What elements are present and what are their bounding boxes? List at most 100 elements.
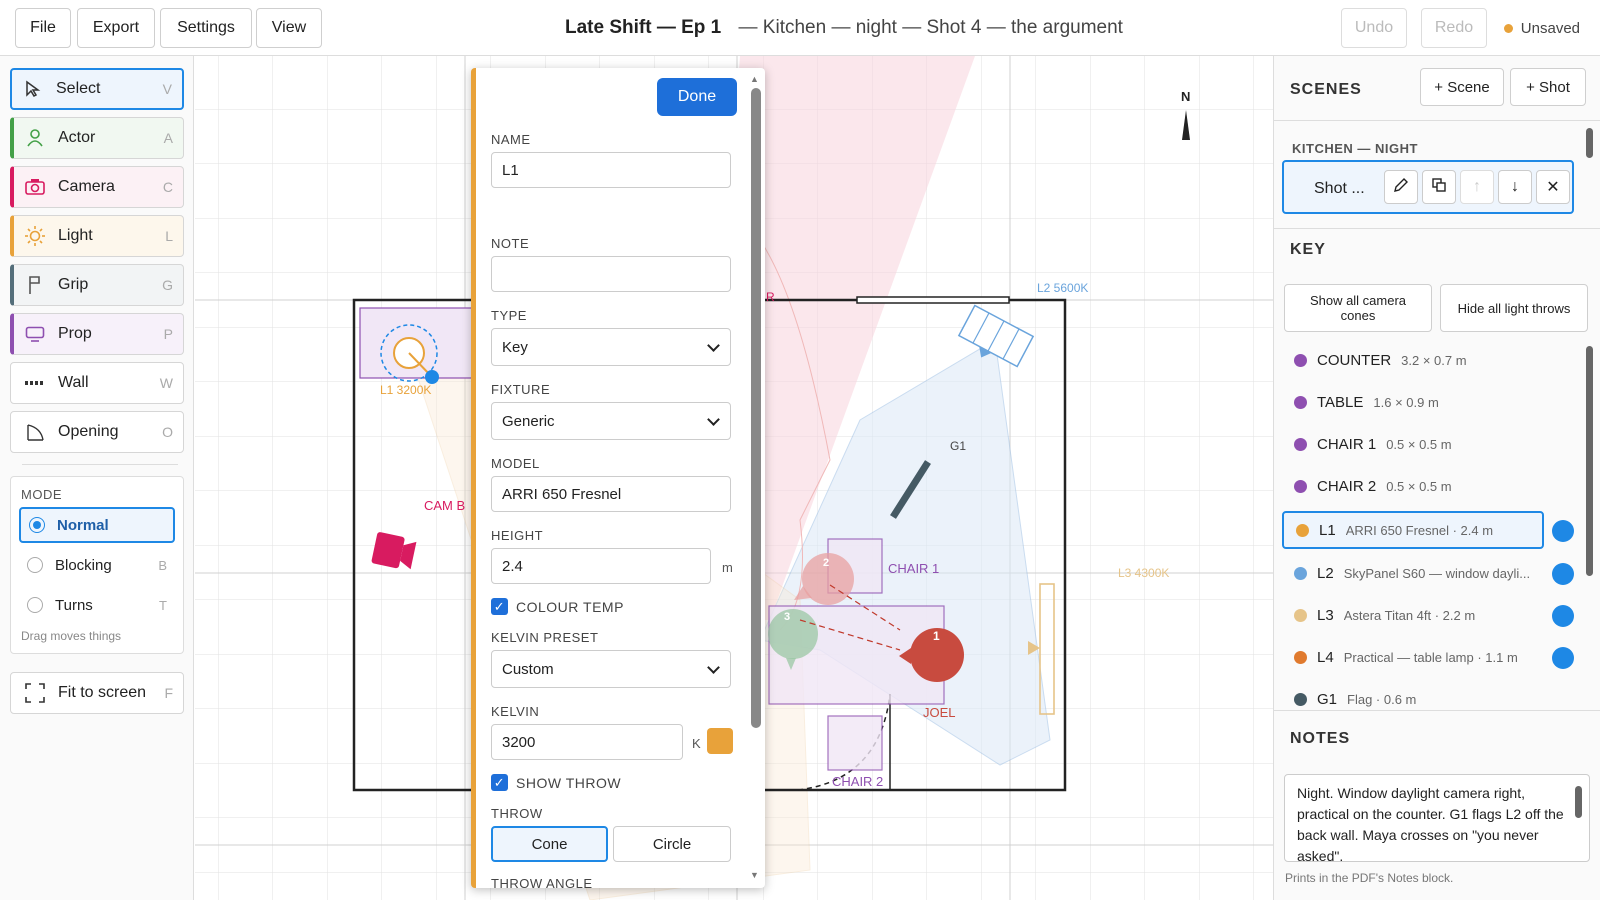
- shot-row[interactable]: Shot ... ↑ ↓ ✕: [1282, 160, 1574, 214]
- key-item-name: L4: [1317, 648, 1334, 666]
- person-icon: [24, 127, 46, 149]
- throw-circle-toggle[interactable]: Circle: [613, 826, 731, 862]
- scene-group-label: KITCHEN — NIGHT: [1292, 141, 1418, 156]
- tool-label: Actor: [58, 129, 96, 146]
- duplicate-icon: [1431, 177, 1447, 198]
- done-button[interactable]: Done: [657, 78, 737, 116]
- height-input[interactable]: 2.4: [491, 548, 711, 584]
- key-item-name: L3: [1317, 606, 1334, 624]
- move-shot-down-button[interactable]: ↓: [1498, 170, 1532, 204]
- name-label: NAME: [491, 132, 531, 147]
- key-item-g1[interactable]: G1 Flag · 0.6 m: [1282, 682, 1582, 716]
- name-input[interactable]: L1: [491, 152, 731, 188]
- tool-panel: Select V Actor A Camera C Light L Grip G Prop…: [0, 56, 194, 900]
- kelvin-label: KELVIN: [491, 704, 540, 719]
- window-opening[interactable]: [856, 296, 1010, 304]
- mode-shortcut: T: [159, 597, 167, 613]
- north-label: N: [1181, 89, 1190, 104]
- undo-button[interactable]: Undo: [1341, 8, 1407, 48]
- tool-grip[interactable]: Grip G: [10, 264, 184, 306]
- notes-scrollbar[interactable]: [1575, 786, 1582, 818]
- key-item-l4[interactable]: L4 Practical — table lamp · 1.1 m: [1282, 638, 1544, 676]
- flag-icon: [24, 274, 46, 296]
- l3-visibility-toggle[interactable]: [1552, 605, 1574, 627]
- tool-select[interactable]: Select V: [10, 68, 184, 110]
- duplicate-shot-button[interactable]: [1422, 170, 1456, 204]
- delete-shot-button[interactable]: ✕: [1536, 170, 1570, 204]
- tool-light[interactable]: Light L: [10, 215, 184, 257]
- key-scrollbar[interactable]: [1586, 346, 1593, 576]
- type-select[interactable]: Key: [491, 328, 731, 366]
- settings-menu-button[interactable]: Settings: [160, 8, 252, 48]
- l4-visibility-toggle[interactable]: [1552, 647, 1574, 669]
- model-input[interactable]: ARRI 650 Fresnel: [491, 476, 731, 512]
- divider: [22, 464, 178, 465]
- key-item-chair-2[interactable]: CHAIR 2 0.5 × 0.5 m: [1282, 467, 1582, 505]
- mode-option-label: Normal: [57, 516, 109, 534]
- arrow-down-icon: ↓: [1511, 178, 1519, 195]
- rotate-handle[interactable]: [425, 370, 439, 384]
- show-throw-checkbox[interactable]: ✓ SHOW THROW: [491, 774, 621, 791]
- cam-label-clipped: R: [766, 290, 775, 304]
- kelvin-unit: K: [692, 736, 701, 751]
- tool-opening[interactable]: Opening O: [10, 411, 184, 453]
- redo-button[interactable]: Redo: [1421, 8, 1487, 48]
- file-menu-button[interactable]: File: [15, 8, 71, 48]
- tool-label: Fit to screen: [58, 684, 147, 701]
- fixture-select[interactable]: Generic: [491, 402, 731, 440]
- view-menu-button[interactable]: View: [256, 8, 322, 48]
- tool-wall[interactable]: Wall W: [10, 362, 184, 404]
- chair-2-label: CHAIR 2: [832, 774, 883, 789]
- l1-visibility-toggle[interactable]: [1552, 520, 1574, 542]
- l2-visibility-toggle[interactable]: [1552, 563, 1574, 585]
- add-scene-button[interactable]: + Scene: [1420, 68, 1504, 106]
- unsaved-dot-icon: [1503, 24, 1513, 33]
- add-shot-button[interactable]: + Shot: [1510, 68, 1586, 106]
- colour-temp-checkbox[interactable]: ✓ COLOUR TEMP: [491, 598, 624, 615]
- model-value: ARRI 650 Fresnel: [502, 485, 622, 503]
- shot-subtitle: — Kitchen — night — Shot 4 — the argumen…: [738, 17, 1123, 38]
- height-unit: m: [722, 560, 733, 575]
- key-item-table[interactable]: TABLE 1.6 × 0.9 m: [1282, 383, 1582, 421]
- name-value: L1: [502, 161, 519, 179]
- edit-shot-button[interactable]: [1384, 170, 1418, 204]
- notes-textarea[interactable]: Night. Window daylight camera right, pra…: [1284, 774, 1590, 862]
- save-status-label: Unsaved: [1520, 20, 1580, 37]
- scroll-down-icon[interactable]: ▼: [750, 870, 759, 880]
- key-item-l1[interactable]: L1 ARRI 650 Fresnel · 2.4 m: [1282, 511, 1544, 549]
- kelvin-input[interactable]: 3200: [491, 724, 683, 760]
- tool-label: Grip: [58, 276, 89, 293]
- show-camera-cones-button[interactable]: Show all camera cones: [1284, 284, 1432, 332]
- wall-icon: [24, 372, 46, 394]
- hide-light-throws-button[interactable]: Hide all light throws: [1440, 284, 1588, 332]
- tool-shortcut: P: [163, 326, 173, 342]
- key-item-desc: Flag · 0.6 m: [1347, 691, 1417, 707]
- export-menu-button[interactable]: Export: [77, 8, 155, 48]
- tool-camera[interactable]: Camera C: [10, 166, 184, 208]
- tool-actor[interactable]: Actor A: [10, 117, 184, 159]
- move-shot-up-button[interactable]: ↑: [1460, 170, 1494, 204]
- key-item-l3[interactable]: L3 Astera Titan 4ft · 2.2 m: [1282, 596, 1544, 634]
- throw-cone-toggle[interactable]: Cone: [491, 826, 608, 862]
- scenes-scrollbar[interactable]: [1586, 128, 1593, 158]
- kelvin-preset-select[interactable]: Custom: [491, 650, 731, 688]
- kelvin-value: 3200: [502, 733, 536, 751]
- mode-normal-radio[interactable]: Normal: [19, 507, 175, 543]
- key-item-l2[interactable]: L2 SkyPanel S60 — window dayli...: [1282, 554, 1544, 592]
- chair-2-prop[interactable]: [827, 715, 883, 771]
- project-title: Late Shift — Ep 1: [565, 17, 722, 38]
- kelvin-colour-swatch[interactable]: [707, 728, 733, 754]
- page-title: Late Shift — Ep 1 — Kitchen — night — Sh…: [565, 17, 1123, 39]
- sun-icon: [24, 225, 46, 247]
- tool-prop[interactable]: Prop P: [10, 313, 184, 355]
- form-scrollbar[interactable]: [751, 88, 761, 728]
- throw-circle-label: Circle: [652, 835, 692, 853]
- mode-blocking-radio[interactable]: Blocking B: [19, 547, 175, 583]
- key-item-counter[interactable]: COUNTER 3.2 × 0.7 m: [1282, 341, 1582, 379]
- fit-to-screen-button[interactable]: Fit to screen F: [10, 672, 184, 714]
- scroll-up-icon[interactable]: ▲: [750, 74, 759, 84]
- note-input[interactable]: [491, 256, 731, 292]
- key-item-chair-1[interactable]: CHAIR 1 0.5 × 0.5 m: [1282, 425, 1582, 463]
- mode-turns-radio[interactable]: Turns T: [19, 587, 175, 623]
- tool-label: Opening: [58, 423, 119, 440]
